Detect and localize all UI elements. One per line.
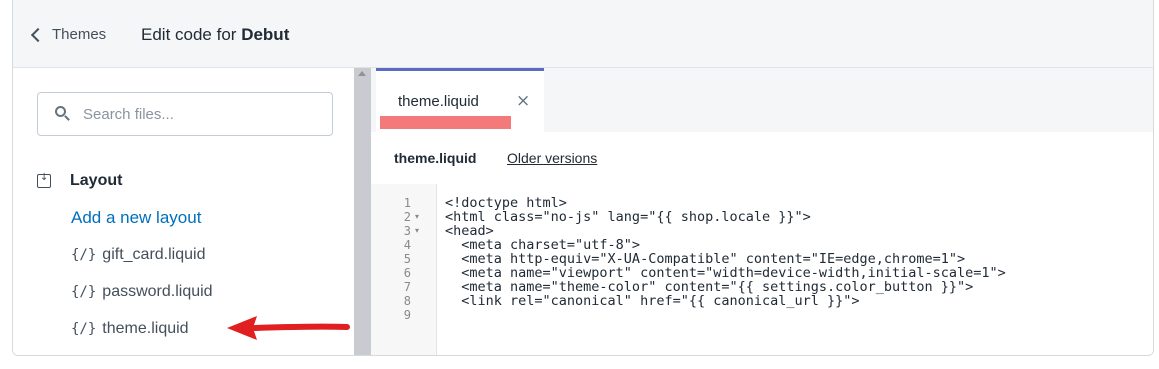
code-line: <head>	[445, 223, 494, 239]
code-line: <html class="no-js" lang="{{ shop.locale…	[445, 209, 811, 225]
code-editor-window: Themes Edit code for Debut Layout Add a …	[12, 0, 1154, 356]
code-line: <meta name="viewport" content="width=dev…	[445, 265, 1006, 281]
tab-bar: theme.liquid ×	[371, 68, 1153, 133]
header-bar: Themes Edit code for Debut	[13, 0, 1153, 68]
red-arrow-annotation	[227, 316, 350, 340]
line-number: 7	[403, 280, 411, 294]
search-box[interactable]	[37, 92, 333, 136]
code-line: <link rel="canonical" href="{{ canonical…	[445, 293, 860, 309]
editor-pane: theme.liquid × theme.liquid Older versio…	[371, 68, 1153, 355]
back-to-themes-link[interactable]: Themes	[30, 26, 107, 43]
tab-label: theme.liquid	[398, 93, 479, 110]
scroll-up-arrow-icon[interactable]	[358, 71, 366, 76]
liquid-file-icon: {/}	[71, 247, 97, 263]
code-line: <meta charset="utf-8">	[445, 237, 641, 253]
page-title: Edit code for Debut	[141, 25, 289, 45]
file-item-gift-card[interactable]: {/} gift_card.liquid	[71, 246, 205, 264]
code-line: <meta http-equiv="X-UA-Compatible" conte…	[445, 251, 966, 267]
chevron-left-icon	[30, 27, 46, 43]
code-line: <!doctype html>	[445, 195, 567, 211]
line-number: 8	[403, 294, 411, 308]
line-number: 2	[403, 210, 411, 224]
fold-toggle-icon[interactable]: ▾	[415, 224, 419, 238]
add-new-layout-link[interactable]: Add a new layout	[71, 208, 201, 228]
file-name: password.liquid	[102, 283, 213, 300]
line-number: 1	[403, 196, 411, 210]
search-icon	[55, 106, 71, 122]
liquid-file-icon: {/}	[71, 284, 97, 300]
line-number: 9	[403, 308, 411, 322]
file-name: gift_card.liquid	[102, 246, 206, 263]
code-line: <meta name="theme-color" content="{{ set…	[445, 279, 974, 295]
fold-toggle-icon[interactable]: ▾	[415, 210, 419, 224]
file-sidebar: Layout Add a new layout {/} gift_card.li…	[13, 68, 354, 355]
search-input[interactable]	[81, 104, 325, 124]
sidebar-scrollbar[interactable]	[354, 68, 371, 355]
liquid-file-icon: {/}	[71, 321, 97, 337]
file-item-password[interactable]: {/} password.liquid	[71, 283, 213, 301]
folder-name: Layout	[70, 172, 123, 189]
title-prefix: Edit code for	[141, 25, 237, 44]
theme-name: Debut	[241, 25, 290, 44]
line-number: 3	[403, 224, 411, 238]
current-file-name: theme.liquid	[394, 150, 477, 166]
older-versions-link[interactable]: Older versions	[507, 150, 597, 166]
line-number: 5	[403, 252, 411, 266]
highlight-annotation	[380, 116, 511, 129]
line-number: 6	[403, 266, 411, 280]
file-info-bar: theme.liquid Older versions	[371, 132, 1153, 185]
close-icon[interactable]: ×	[516, 91, 530, 111]
folder-collapse-icon	[37, 172, 51, 188]
file-name: theme.liquid	[102, 320, 189, 337]
file-item-theme[interactable]: {/} theme.liquid	[71, 320, 189, 338]
tab-theme-liquid[interactable]: theme.liquid ×	[376, 68, 544, 132]
line-number: 4	[403, 238, 411, 252]
folder-layout[interactable]: Layout	[37, 172, 122, 190]
code-area[interactable]: 1 <!doctype html> 2 ▾ <html class="no-js" la…	[371, 184, 1153, 355]
back-label: Themes	[52, 26, 107, 43]
